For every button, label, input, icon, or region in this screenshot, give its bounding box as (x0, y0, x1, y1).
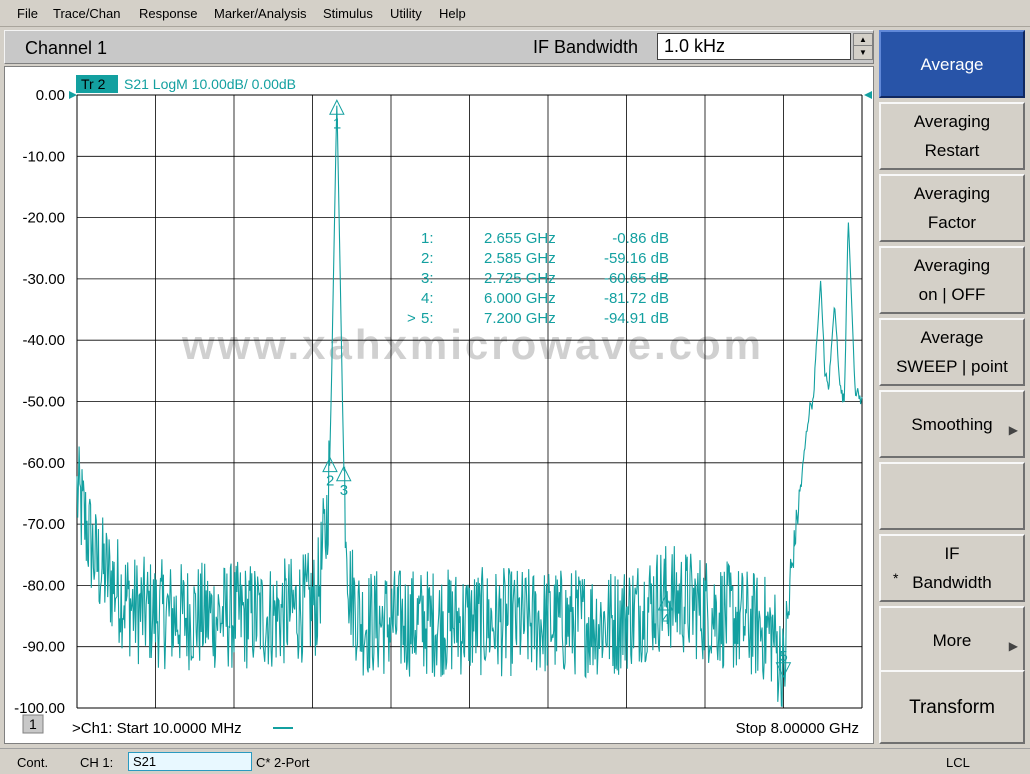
marker-row-2-num: 2: (421, 250, 434, 267)
softkey-averaging-restart-line2: Restart (924, 141, 980, 160)
softkey-smoothing[interactable]: Smoothing ▶ (879, 390, 1025, 458)
marker-row-3-value: -60.65 dB (604, 270, 669, 287)
softkey-averaging-restart[interactable]: Averaging Restart (879, 102, 1025, 170)
channel-number: 1 (29, 716, 37, 732)
y-tick-label: -90.00 (22, 639, 65, 656)
trace-plot[interactable]: Tr 2 S21 LogM 10.00dB/ 0.00dB www.xahxmi… (5, 67, 875, 745)
softkey-transform-label: Transform (909, 696, 995, 718)
marker-row-5-prefix: > (407, 310, 416, 327)
softkey-average-sweep-point-line1: Average (920, 328, 984, 347)
marker-row-5-value: -94.91 dB (604, 310, 669, 327)
spin-down-icon[interactable]: ▼ (854, 47, 872, 59)
channel-title: Channel 1 (25, 38, 108, 58)
status-sweep-mode: Cont. (17, 755, 49, 770)
softkey-panel: Average Averaging Restart Averaging Fact… (879, 30, 1027, 744)
y-tick-label: -10.00 (22, 148, 65, 165)
marker-2-label: 2 (326, 473, 334, 490)
channel-bar: Channel 1 IF Bandwidth ▲ ▼ (4, 30, 874, 64)
marker-row-3-freq: 2.725 GHz (484, 270, 556, 287)
y-tick-label: -20.00 (22, 210, 65, 227)
submenu-arrow-icon: ▶ (1008, 639, 1018, 653)
status-calibration: C* 2-Port (256, 755, 310, 770)
softkey-if-bandwidth[interactable]: * IF Bandwidth (879, 534, 1025, 602)
trace-tag[interactable]: Tr 2 (81, 76, 106, 92)
trace-display[interactable]: Tr 2 S21 LogM 10.00dB/ 0.00dB www.xahxmi… (4, 66, 874, 744)
softkey-more-label: More (932, 630, 972, 650)
status-channel: CH 1: (80, 755, 114, 770)
marker-row-1-num: 1: (421, 230, 434, 247)
softkey-averaging-factor-line1: Averaging (913, 184, 991, 203)
status-bar: Cont. CH 1: S21 C* 2-Port LCL (0, 748, 1030, 774)
softkey-averaging-factor[interactable]: Averaging Factor (879, 174, 1025, 242)
menu-bar: File Trace/Chan Response Marker/Analysis… (0, 0, 1030, 27)
menu-utility[interactable]: Utility (390, 6, 422, 21)
marker-row-5-freq: 7.200 GHz (484, 310, 556, 327)
softkey-averaging-on-off[interactable]: Averaging on | OFF (879, 246, 1025, 314)
marker-row-1-freq: 2.655 GHz (484, 230, 556, 247)
marker-4-label: 4 (662, 611, 670, 628)
softkey-averaging-factor-line2: Factor (927, 213, 977, 232)
softkey-blank[interactable] (879, 462, 1025, 530)
softkey-average-sweep-point-line2: SWEEP | point (896, 357, 1008, 376)
y-tick-label: -70.00 (22, 516, 65, 533)
menu-stimulus[interactable]: Stimulus (323, 6, 373, 21)
y-tick-label: -60.00 (22, 455, 65, 472)
softkey-averaging-on-off-line1: Averaging (913, 256, 991, 275)
marker-row-4-num: 4: (421, 290, 434, 307)
status-measurement[interactable]: S21 (128, 752, 252, 771)
if-bandwidth-label: IF Bandwidth (533, 37, 639, 57)
trace-label: S21 LogM 10.00dB/ 0.00dB (124, 76, 296, 92)
marker-1-label: 1 (333, 115, 341, 132)
y-axis-ticks: 0.00 -10.00 -20.00 -30.00 -40.00 -50.00 -60.00… (14, 87, 65, 717)
submenu-arrow-icon: ▶ (1008, 423, 1018, 437)
marker-row-3-num: 3: (421, 270, 434, 287)
reference-right-icon (864, 91, 872, 99)
marker-3-label: 3 (340, 482, 348, 499)
softkey-transform[interactable]: Transform (879, 670, 1025, 744)
softkey-if-bandwidth-line2: Bandwidth (912, 573, 992, 592)
selected-star-icon: * (893, 570, 899, 586)
marker-row-4-freq: 6.000 GHz (484, 290, 556, 307)
marker-row-2-value: -59.16 dB (604, 250, 669, 267)
menu-help[interactable]: Help (439, 6, 466, 21)
menu-marker-analysis[interactable]: Marker/Analysis (214, 6, 306, 21)
y-tick-label: -100.00 (14, 700, 65, 717)
marker-row-1-value: -0.86 dB (612, 230, 669, 247)
softkey-averaging-on-off-line2: on | OFF (918, 285, 986, 304)
spin-up-icon[interactable]: ▲ (854, 34, 872, 46)
menu-trace-chan[interactable]: Trace/Chan (53, 6, 120, 21)
if-bandwidth-spinner[interactable]: ▲ ▼ (853, 33, 873, 60)
marker-row-2-freq: 2.585 GHz (484, 250, 556, 267)
y-tick-label: -50.00 (22, 394, 65, 411)
status-remote: LCL (946, 755, 970, 770)
softkey-average-sweep-point[interactable]: Average SWEEP | point (879, 318, 1025, 386)
softkey-average[interactable]: Average (879, 30, 1025, 98)
softkey-averaging-restart-line1: Averaging (913, 112, 991, 131)
menu-file[interactable]: File (17, 6, 38, 21)
menu-response[interactable]: Response (139, 6, 198, 21)
softkey-smoothing-label: Smoothing (911, 414, 993, 434)
y-tick-label: 0.00 (36, 87, 65, 104)
marker-5-label: 5 (779, 648, 787, 665)
if-bandwidth-input[interactable] (657, 33, 851, 60)
softkey-more[interactable]: More ▶ (879, 606, 1025, 674)
stop-frequency[interactable]: Stop 8.00000 GHz (736, 720, 859, 737)
start-frequency[interactable]: >Ch1: Start 10.0000 MHz (72, 720, 242, 737)
marker-row-4-value: -81.72 dB (604, 290, 669, 307)
y-tick-label: -30.00 (22, 271, 65, 288)
softkey-average-label: Average (920, 54, 984, 74)
y-tick-label: -80.00 (22, 577, 65, 594)
watermark: www.xahxmicrowave.com (181, 321, 764, 368)
marker-row-5-num: 5: (421, 310, 434, 327)
y-tick-label: -40.00 (22, 332, 65, 349)
reference-left-icon (69, 91, 77, 99)
softkey-if-bandwidth-line1: IF (944, 544, 960, 563)
